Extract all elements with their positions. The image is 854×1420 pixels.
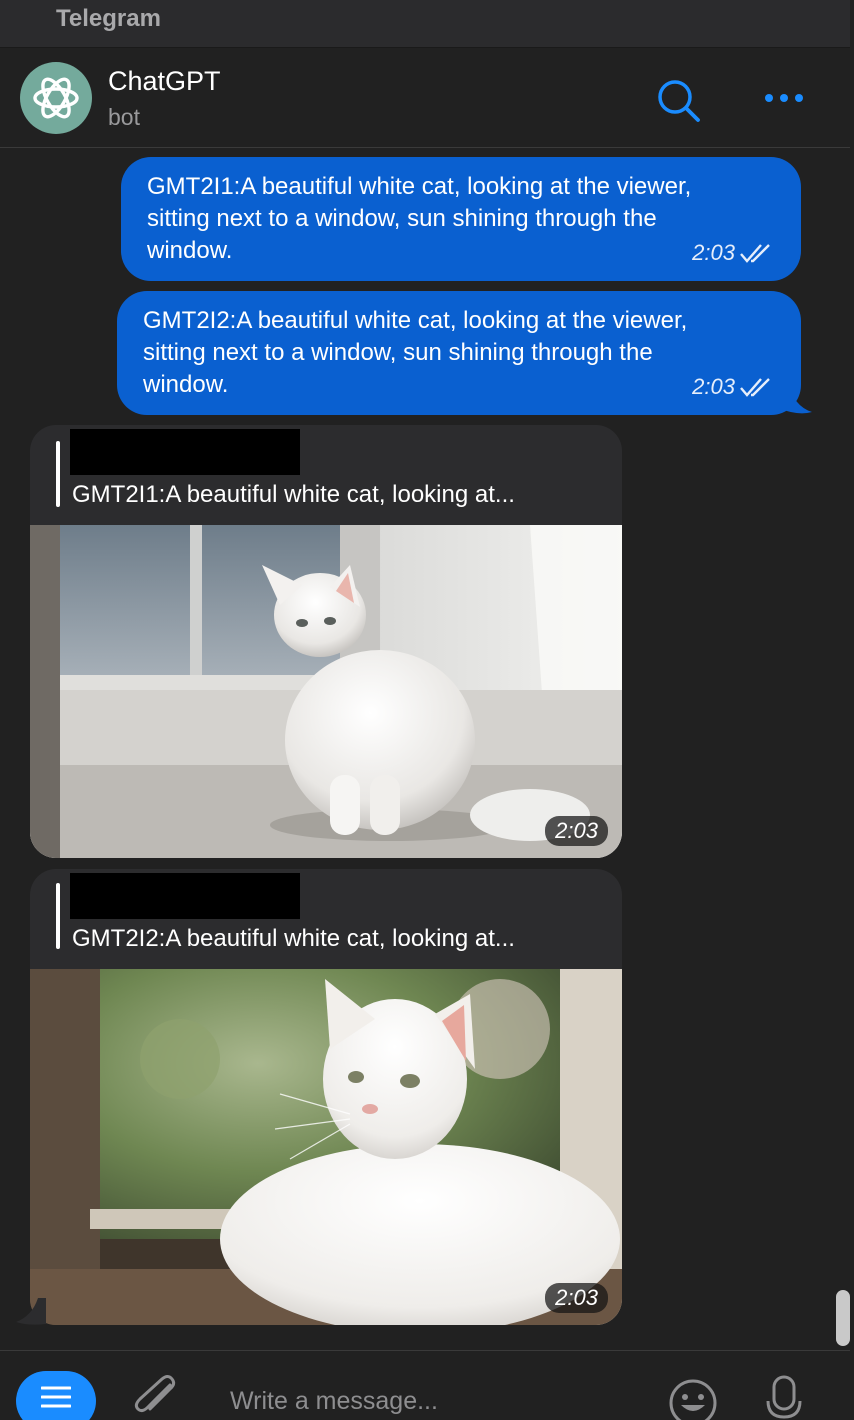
double-check-icon <box>740 378 770 397</box>
reply-preview[interactable]: GMT2I1:A beautiful white cat, looking at… <box>72 481 515 509</box>
attach-icon[interactable] <box>132 1375 180 1420</box>
chat-name[interactable]: ChatGPT <box>108 66 221 97</box>
chat-status: bot <box>108 104 140 130</box>
redacted-sender <box>70 429 300 475</box>
photo-time: 2:03 <box>545 816 608 846</box>
reply-bar <box>56 441 60 507</box>
bubble-tail <box>16 1298 46 1325</box>
incoming-photo-message[interactable]: GMT2I2:A beautiful white cat, looking at… <box>30 869 622 1325</box>
cat-window-image <box>30 525 622 858</box>
menu-button[interactable] <box>16 1371 96 1420</box>
search-icon[interactable] <box>654 76 702 124</box>
photo-time: 2:03 <box>545 1283 608 1313</box>
message-text: GMT2I1:A beautiful white cat, looking at… <box>147 173 692 264</box>
scrollbar[interactable] <box>836 1290 850 1346</box>
bubble-tail <box>778 376 812 414</box>
outgoing-message[interactable]: GMT2I1:A beautiful white cat, looking at… <box>121 157 801 281</box>
double-check-icon <box>740 244 770 263</box>
chatgpt-logo-icon <box>33 77 79 119</box>
avatar[interactable] <box>20 62 92 134</box>
message-composer <box>0 1350 850 1420</box>
incoming-photo-message[interactable]: GMT2I1:A beautiful white cat, looking at… <box>30 425 622 858</box>
chat-header: ChatGPT bot <box>0 48 850 148</box>
reply-preview[interactable]: GMT2I2:A beautiful white cat, looking at… <box>72 925 515 953</box>
cat-garden-image <box>30 969 622 1325</box>
telegram-window: Telegram ChatGPT bot GMT2I1:A beautiful … <box>0 0 854 1420</box>
emoji-icon[interactable] <box>666 1377 720 1420</box>
menu-icon <box>41 1386 71 1408</box>
message-text: GMT2I2:A beautiful white cat, looking at… <box>143 307 688 398</box>
mic-icon[interactable] <box>764 1375 804 1420</box>
more-icon[interactable] <box>762 86 806 110</box>
message-input[interactable] <box>228 1381 638 1420</box>
message-meta: 2:03 <box>692 237 773 269</box>
message-time: 2:03 <box>692 240 735 265</box>
message-meta: 2:03 <box>692 371 773 403</box>
cat-photo[interactable]: 2:03 <box>30 525 622 858</box>
cat-photo[interactable]: 2:03 <box>30 969 622 1325</box>
redacted-sender <box>70 873 300 919</box>
reply-bar <box>56 883 60 949</box>
outgoing-message[interactable]: GMT2I2:A beautiful white cat, looking at… <box>117 291 801 415</box>
app-title: Telegram <box>56 5 161 32</box>
message-time: 2:03 <box>692 374 735 399</box>
window-titlebar: Telegram <box>0 0 850 48</box>
